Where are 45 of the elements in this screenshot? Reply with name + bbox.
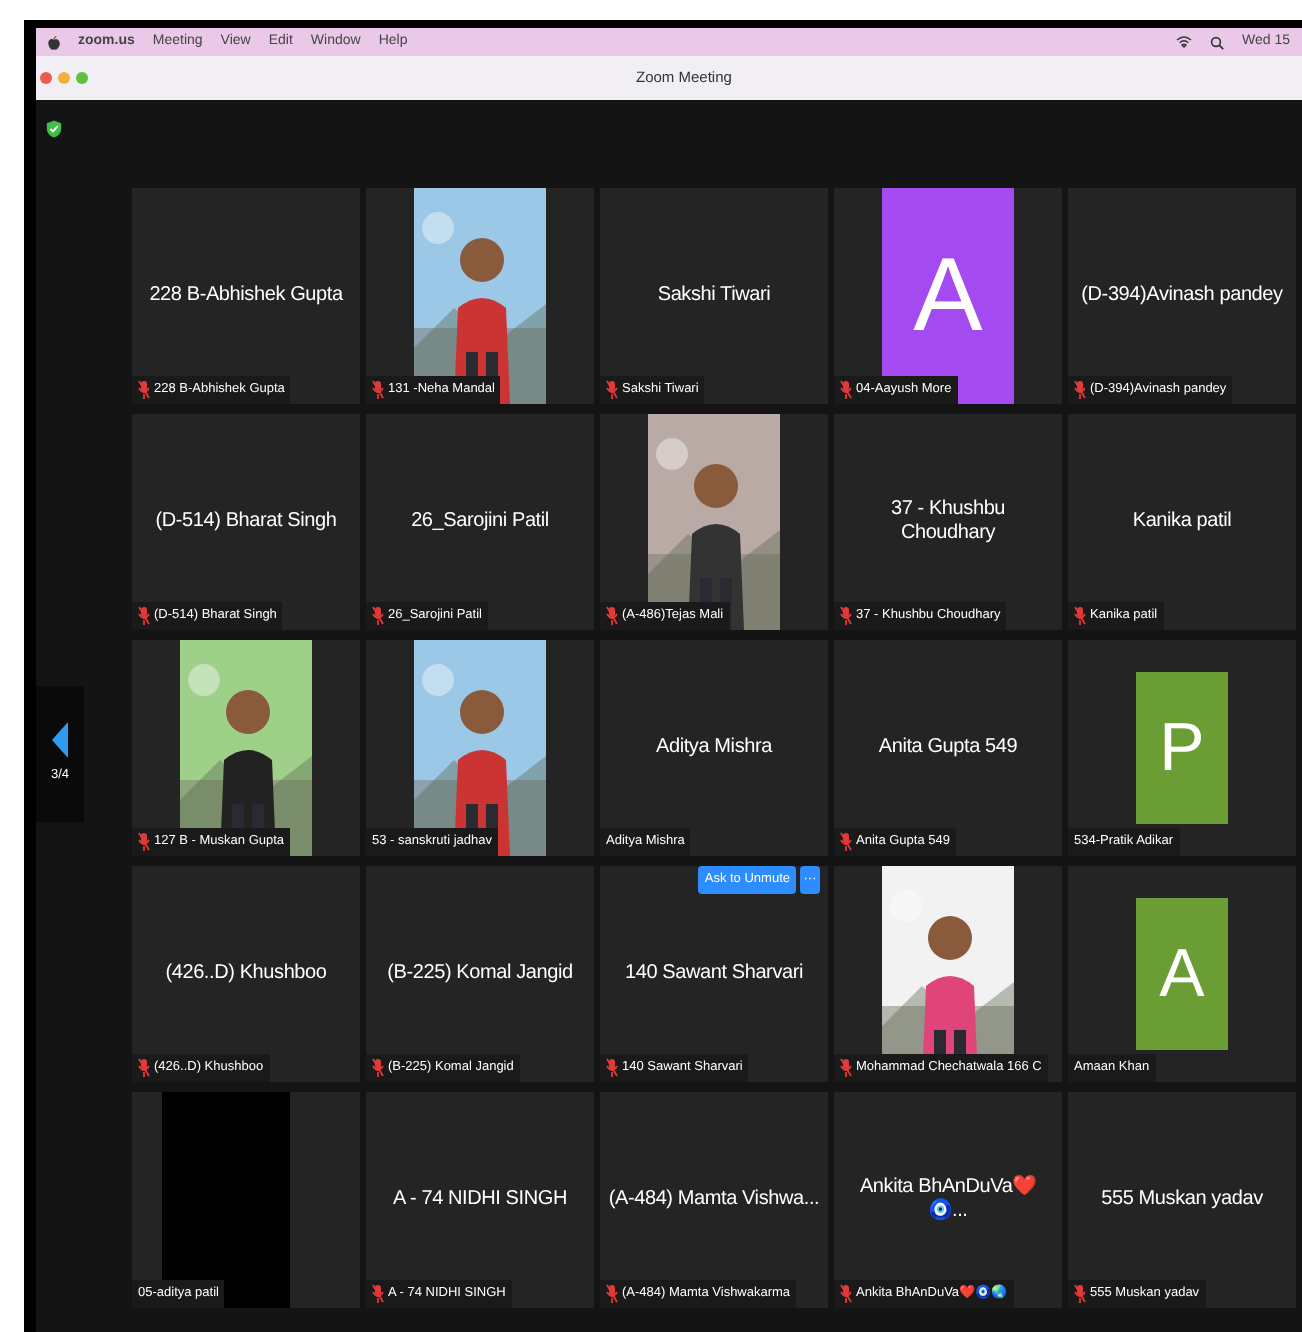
muted-mic-icon	[606, 1284, 618, 1304]
participant-name: (426..D) Khushboo	[165, 961, 327, 987]
muted-mic-icon	[1074, 606, 1086, 626]
muted-mic-icon	[372, 1058, 384, 1078]
participant-name: Sakshi Tiwari	[657, 283, 771, 309]
participant-name: A - 74 NIDHI SINGH	[393, 1187, 567, 1213]
muted-mic-icon	[840, 1058, 852, 1078]
muted-mic-icon	[840, 380, 852, 400]
avatar-letter: P	[1159, 714, 1205, 782]
muted-mic-icon	[606, 380, 618, 400]
participant-name: (D-394)Avinash pandey	[1081, 283, 1283, 309]
participant-name: Ankita BhAnDuVa❤ 🧿...	[857, 1175, 1039, 1225]
muted-mic-icon	[138, 1058, 150, 1078]
avatar-letter: A	[1159, 940, 1205, 1008]
wifi-icon	[1176, 36, 1192, 48]
close-window-button[interactable]	[40, 72, 52, 84]
muted-mic-icon	[840, 832, 852, 852]
search-icon[interactable]	[1210, 35, 1224, 49]
participant-name: Kanika patil	[1132, 509, 1232, 535]
muted-mic-icon	[138, 380, 150, 400]
participant-name: 228 B-Abhishek Gupta	[149, 283, 343, 309]
previous-page-arrow-icon[interactable]	[52, 722, 68, 759]
muted-mic-icon	[840, 1284, 852, 1304]
participant-name: (A-484) Mamta Vishwa...	[608, 1187, 820, 1213]
muted-mic-icon	[1074, 1284, 1086, 1304]
muted-mic-icon	[606, 606, 618, 626]
muted-mic-icon	[1074, 380, 1086, 400]
participant-name: 37 - Khushbu Choudhary	[888, 497, 1008, 547]
participant-name: (D-514) Bharat Singh	[155, 509, 337, 535]
muted-mic-icon	[372, 1284, 384, 1304]
muted-mic-icon	[372, 606, 384, 626]
participant-name: Aditya Mishra	[656, 735, 772, 761]
muted-mic-icon	[840, 606, 852, 626]
shield-icon[interactable]	[46, 120, 62, 138]
participant-name: 26_Sarojini Patil	[411, 509, 549, 535]
participant-name: 140 Sawant Sharvari	[624, 961, 804, 987]
muted-mic-icon	[372, 380, 384, 400]
avatar-letter: A	[913, 244, 983, 348]
muted-mic-icon	[138, 606, 150, 626]
muted-mic-icon	[606, 1058, 618, 1078]
muted-mic-icon	[138, 832, 150, 852]
participant-name: Anita Gupta 549	[878, 735, 1018, 761]
participant-name: (B-225) Komal Jangid	[387, 961, 573, 987]
apple-icon	[48, 35, 60, 49]
participant-name: 555 Muskan yadav	[1101, 1187, 1263, 1213]
